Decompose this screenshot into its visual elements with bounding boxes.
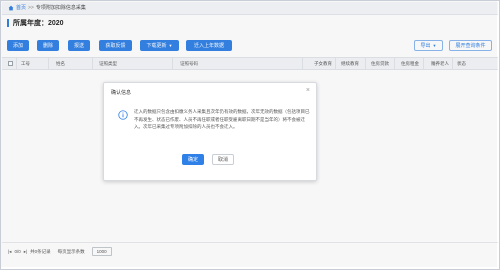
close-icon[interactable]: × <box>306 87 310 94</box>
cancel-button[interactable]: 取消 <box>212 154 234 165</box>
dialog-title: 确认信息 <box>111 90 132 96</box>
dialog-message: 迁入的数据只包含由扣缴义务人采集且次年仍有效的数据，次年无效的数据（包括项目已不… <box>134 109 310 130</box>
info-icon <box>118 110 128 120</box>
confirm-dialog: 确认信息 × 迁入的数据只包含由扣缴义务人采集且次年仍有效的数据，次年无效的数据… <box>103 82 317 181</box>
confirm-button[interactable]: 确定 <box>182 154 204 165</box>
